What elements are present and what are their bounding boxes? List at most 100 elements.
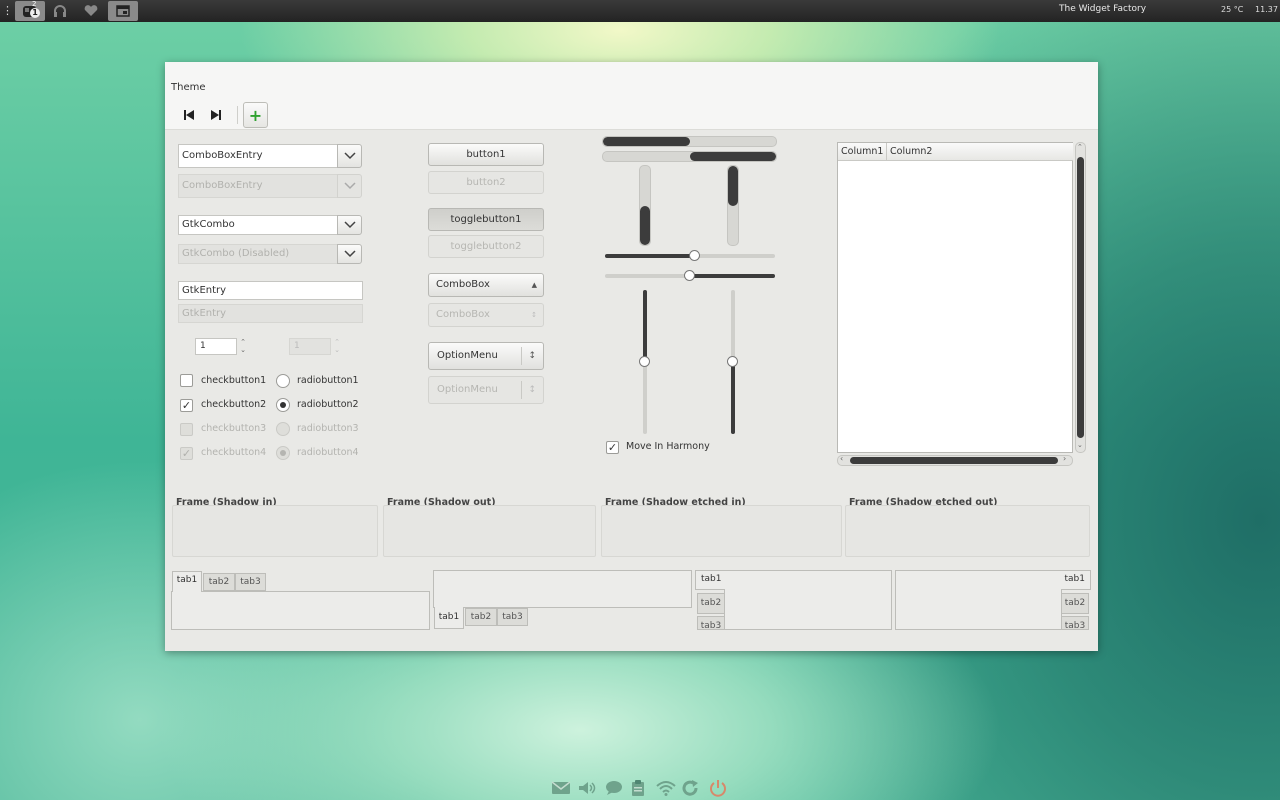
chevron-down-icon <box>343 182 356 190</box>
scroll-up-icon[interactable]: ⌃ <box>1077 143 1083 151</box>
active-app-title: The Widget Factory <box>1059 4 1147 14</box>
button2: button2 <box>428 171 544 194</box>
notebook1-tab2[interactable]: tab2 <box>203 573 235 591</box>
radiobutton1-label[interactable]: radiobutton1 <box>297 375 359 386</box>
slider-vertical-1[interactable] <box>639 290 650 434</box>
frame-shadow-in <box>172 505 378 557</box>
slider-fill <box>605 254 696 258</box>
power-icon[interactable] <box>708 778 728 798</box>
updown-arrow-icon: ▲ <box>531 281 537 289</box>
move-in-harmony-label[interactable]: Move In Harmony <box>626 441 710 452</box>
radiobutton2-circle[interactable] <box>276 398 290 412</box>
skip-next-icon[interactable] <box>206 107 226 123</box>
menu-theme[interactable]: Theme <box>171 82 206 93</box>
radiobutton3-label: radiobutton3 <box>297 423 359 434</box>
vertical-scrollbar[interactable]: ⌃ ⌄ <box>1075 142 1086 453</box>
scrollbar-thumb[interactable] <box>1077 157 1084 438</box>
combobox[interactable]: ComboBox ▲ <box>428 273 544 297</box>
optionmenu[interactable]: OptionMenu ↕ <box>428 342 544 370</box>
chevron-down-icon <box>343 250 356 258</box>
clock[interactable]: 11.37 <box>1255 5 1278 14</box>
checkbutton2-label[interactable]: checkbutton2 <box>201 399 266 410</box>
togglebutton1[interactable]: togglebutton1 <box>428 208 544 231</box>
notebook3-tab3[interactable]: tab3 <box>697 616 725 630</box>
checkbutton1-box[interactable] <box>180 374 193 387</box>
gtkcombo-dropdown-button[interactable] <box>337 215 362 235</box>
menu-icon[interactable]: ⋮ <box>2 4 13 18</box>
column-header-1[interactable]: Column1 <box>838 143 887 161</box>
combobox-disabled: ComboBox ↕ <box>428 303 544 327</box>
gtkcombo-disabled-field: GtkCombo (Disabled) <box>178 244 338 264</box>
slider-thumb[interactable] <box>689 250 701 261</box>
add-icon: + <box>248 105 263 125</box>
comboboxentry-field[interactable]: ComboBoxEntry <box>178 144 338 168</box>
chat-icon[interactable] <box>604 778 624 798</box>
widget-factory-window: Theme + ComboBoxEntry ComboBoxEntry GtkC… <box>165 62 1098 651</box>
notebook1-tab3[interactable]: tab3 <box>235 573 266 591</box>
optionmenu-separator <box>521 381 522 399</box>
slider-thumb[interactable] <box>727 356 738 367</box>
notebook1-tab1[interactable]: tab1 <box>172 571 202 592</box>
scrollbar-thumb[interactable] <box>850 457 1058 464</box>
spin-arrows-icon[interactable]: ⌃ ⌄ <box>237 338 249 355</box>
scroll-right-icon[interactable]: › <box>1063 454 1066 463</box>
togglebutton2: togglebutton2 <box>428 235 544 258</box>
notebook4-tab2[interactable]: tab2 <box>1061 593 1089 614</box>
gtkentry-field[interactable]: GtkEntry <box>178 281 363 300</box>
tree-view[interactable]: Column1 Column2 <box>837 142 1073 453</box>
notebook3-tab1[interactable]: tab1 <box>695 570 725 590</box>
frame-shadow-etched-out <box>845 505 1090 557</box>
horizontal-scrollbar[interactable]: ‹ › <box>837 454 1073 466</box>
comboboxentry-dropdown-button[interactable] <box>337 144 362 168</box>
move-in-harmony-checkbox[interactable]: ✓ <box>606 441 619 454</box>
notebook2-tab1[interactable]: tab1 <box>434 607 464 629</box>
column-header-2[interactable]: Column2 <box>887 143 1073 161</box>
radiobutton1-circle[interactable] <box>276 374 290 388</box>
updown-arrow-icon: ↕ <box>528 351 536 361</box>
slider-vertical-2[interactable] <box>727 290 738 434</box>
wifi-icon[interactable] <box>656 778 676 798</box>
mail-icon[interactable] <box>551 778 571 798</box>
gtkentry-disabled-field: GtkEntry <box>178 304 363 323</box>
checkbutton3-box <box>180 423 193 436</box>
clipboard-icon[interactable] <box>628 778 648 798</box>
skip-previous-icon[interactable] <box>179 107 199 123</box>
progress-fill <box>603 137 690 146</box>
notebook2-tab3[interactable]: tab3 <box>497 608 528 626</box>
slider-horizontal-2[interactable] <box>605 270 775 281</box>
notebook2-tab2[interactable]: tab2 <box>465 608 497 626</box>
spin-arrows-disabled-icon: ⌃ ⌄ <box>334 338 340 354</box>
notebook3-tab2[interactable]: tab2 <box>697 593 725 614</box>
checkbutton4-label: checkbutton4 <box>201 447 267 458</box>
add-button[interactable]: + <box>243 102 268 128</box>
radiobutton2-label[interactable]: radiobutton2 <box>297 399 359 410</box>
notebook4-tab1[interactable]: tab1 <box>1061 570 1091 590</box>
frame-shadow-etched-in <box>601 505 842 557</box>
slider-thumb[interactable] <box>639 356 650 367</box>
spin-button[interactable]: 1 <box>195 338 237 355</box>
checkbutton3-label: checkbutton3 <box>201 423 267 434</box>
temperature: 25 °C <box>1221 5 1244 14</box>
notebook4-tab3[interactable]: tab3 <box>1061 616 1089 630</box>
progress-fill <box>640 205 650 245</box>
slider-horizontal-1[interactable] <box>605 250 775 261</box>
slider-fill <box>643 290 647 362</box>
button1[interactable]: button1 <box>428 143 544 166</box>
radiobutton4-circle <box>276 446 290 460</box>
notebook-bottom-tabs <box>433 570 692 608</box>
updown-arrow-icon: ↕ <box>531 311 537 319</box>
headphones-icon[interactable] <box>45 1 75 21</box>
refresh-icon[interactable] <box>681 778 701 798</box>
heart-app-icon[interactable] <box>76 1 106 21</box>
checkbutton1-label[interactable]: checkbutton1 <box>201 375 266 386</box>
gtkcombo-field[interactable]: GtkCombo <box>178 215 338 235</box>
scroll-left-icon[interactable]: ‹ <box>840 454 843 463</box>
notebook-left-tabs <box>724 570 892 630</box>
slider-thumb[interactable] <box>684 270 695 281</box>
checkbutton2-box[interactable]: ✓ <box>180 399 193 412</box>
optionmenu-disabled: OptionMenu ↕ <box>428 376 544 404</box>
slider-fill <box>731 362 735 434</box>
window-icon[interactable] <box>108 1 138 21</box>
volume-icon[interactable] <box>577 778 597 798</box>
scroll-down-icon[interactable]: ⌄ <box>1077 441 1083 449</box>
